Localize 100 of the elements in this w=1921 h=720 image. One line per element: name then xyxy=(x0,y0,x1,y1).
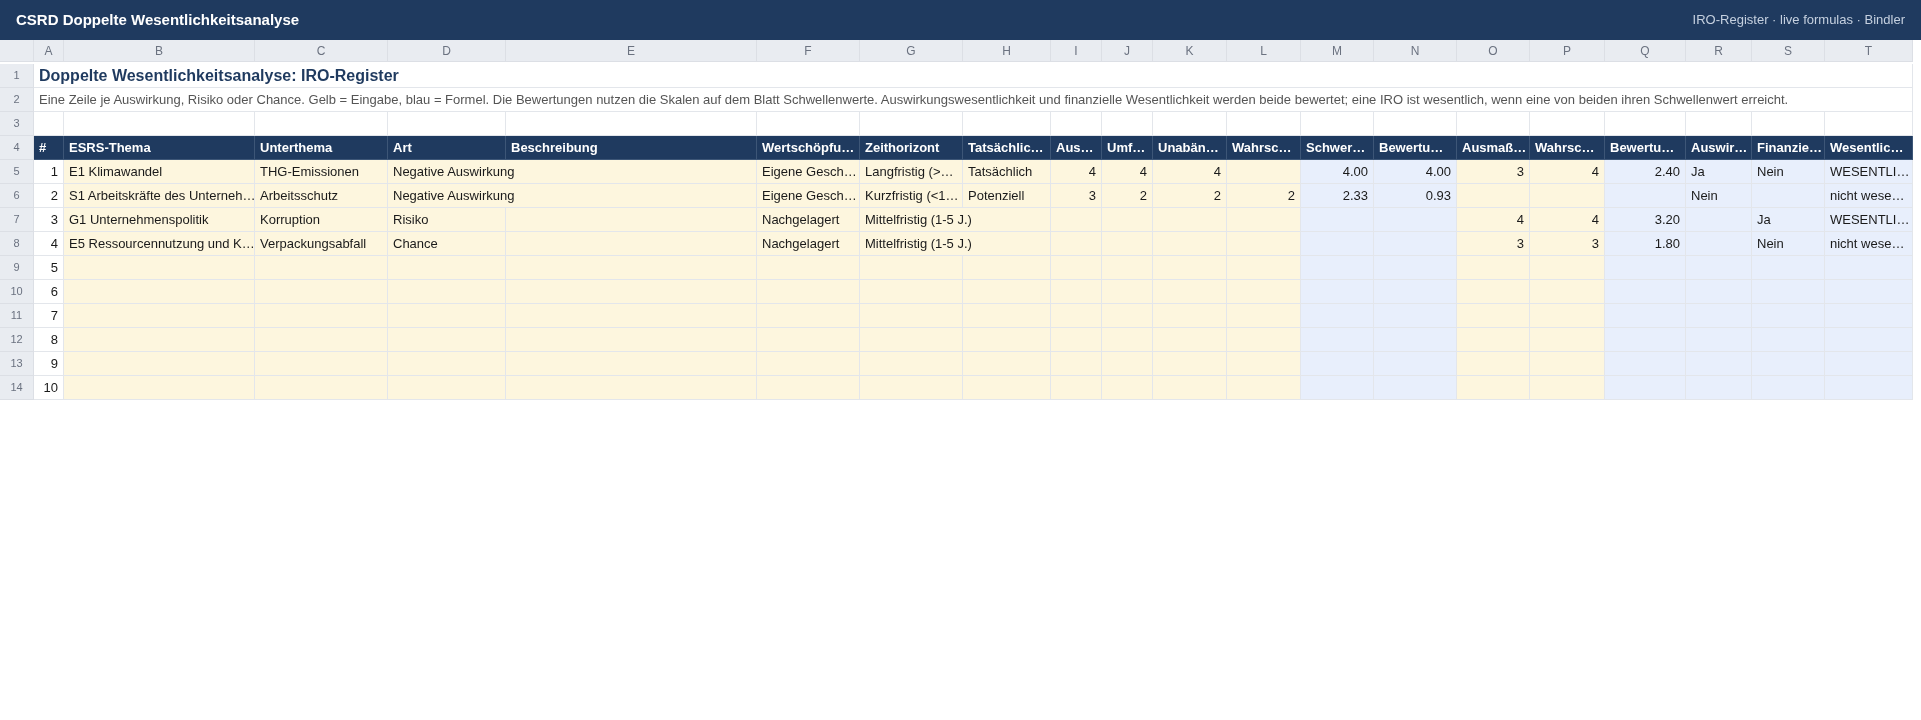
column-letter: H xyxy=(963,40,1051,62)
table-cell: 8 xyxy=(34,328,64,352)
column-header: Ausmaß… xyxy=(1457,136,1530,160)
table-cell: 1.80 xyxy=(1605,232,1686,256)
column-header: Auswir… xyxy=(1686,136,1752,160)
table-cell: Eigene Gesch… xyxy=(757,160,860,184)
column-header: Zeithorizont xyxy=(860,136,963,160)
row-number: 1 xyxy=(0,64,34,88)
table-cell: S1 Arbeitskräfte des Unterneh… xyxy=(64,184,255,208)
column-letter: E xyxy=(506,40,757,62)
column-header: Wahrsc… xyxy=(1227,136,1301,160)
column-letter: R xyxy=(1686,40,1752,62)
table-cell: 7 xyxy=(34,304,64,328)
table-cell: Chance xyxy=(388,232,506,256)
table-cell: Nachgelagert xyxy=(757,232,860,256)
column-letter: M xyxy=(1301,40,1374,62)
corner-cell xyxy=(0,40,34,62)
table-cell: Nein xyxy=(1752,232,1825,256)
column-letter: G xyxy=(860,40,963,62)
column-letter: J xyxy=(1102,40,1153,62)
table-cell: Nein xyxy=(1686,184,1752,208)
column-letter: S xyxy=(1752,40,1825,62)
column-header: Unterthema xyxy=(255,136,388,160)
app-title: CSRD Doppelte Wesentlichkeitsanalyse xyxy=(16,9,300,30)
column-header: Wesentlic… xyxy=(1825,136,1913,160)
table-cell: 4 xyxy=(1102,160,1153,184)
table-cell: Ja xyxy=(1686,160,1752,184)
column-letter: A xyxy=(34,40,64,62)
table-cell: 4 xyxy=(1051,160,1102,184)
column-header: Bewertu… xyxy=(1605,136,1686,160)
table-cell: Eigene Gesch… xyxy=(757,184,860,208)
column-header: Finanzie… xyxy=(1752,136,1825,160)
table-cell: 4.00 xyxy=(1301,160,1374,184)
table-cell: G1 Unternehmenspolitik xyxy=(64,208,255,232)
column-header: Beschreibung xyxy=(506,136,757,160)
table-cell: 5 xyxy=(34,256,64,280)
column-header: Bewertu… xyxy=(1374,136,1457,160)
column-letter: K xyxy=(1153,40,1227,62)
row-number: 7 xyxy=(0,208,34,232)
table-cell: Negative Auswirkung xyxy=(388,160,757,184)
column-letter: C xyxy=(255,40,388,62)
row-number: 12 xyxy=(0,328,34,352)
table-cell: 3 xyxy=(1530,232,1605,256)
table-cell: nicht wese… xyxy=(1825,184,1913,208)
table-cell: Potenziell xyxy=(963,184,1051,208)
table-cell: 2 xyxy=(1227,184,1301,208)
column-letter: D xyxy=(388,40,506,62)
table-cell: 2 xyxy=(34,184,64,208)
table-cell: WESENTLI… xyxy=(1825,208,1913,232)
table-cell: 3 xyxy=(1457,160,1530,184)
column-letter: T xyxy=(1825,40,1913,62)
row-number: 6 xyxy=(0,184,34,208)
column-header: Tatsächlic… xyxy=(963,136,1051,160)
column-header: Wahrsc… xyxy=(1530,136,1605,160)
table-cell: E5 Ressourcennutzung und K… xyxy=(64,232,255,256)
table-cell: 2.40 xyxy=(1605,160,1686,184)
table-cell: nicht wese… xyxy=(1825,232,1913,256)
column-letter: P xyxy=(1530,40,1605,62)
column-header: Unabän… xyxy=(1153,136,1227,160)
table-cell: Nein xyxy=(1752,160,1825,184)
table-cell: 10 xyxy=(34,376,64,400)
table-cell: 4 xyxy=(34,232,64,256)
column-letter: L xyxy=(1227,40,1301,62)
row-number: 3 xyxy=(0,112,34,136)
table-cell: 9 xyxy=(34,352,64,376)
column-header: # xyxy=(34,136,64,160)
table-cell: 4 xyxy=(1153,160,1227,184)
column-header: ESRS-Thema xyxy=(64,136,255,160)
table-cell: 3 xyxy=(34,208,64,232)
row-number: 10 xyxy=(0,280,34,304)
table-cell: 3.20 xyxy=(1605,208,1686,232)
column-letter: I xyxy=(1051,40,1102,62)
row-number: 9 xyxy=(0,256,34,280)
column-header: Art xyxy=(388,136,506,160)
table-cell: 3 xyxy=(1051,184,1102,208)
table-cell: Mittelfristig (1-5 J.) xyxy=(860,208,1051,232)
table-cell: Korruption xyxy=(255,208,388,232)
table-cell: Nachgelagert xyxy=(757,208,860,232)
table-cell: 4 xyxy=(1457,208,1530,232)
table-cell: 2 xyxy=(1102,184,1153,208)
table-cell: 2.33 xyxy=(1301,184,1374,208)
row-number: 5 xyxy=(0,160,34,184)
table-cell: Ja xyxy=(1752,208,1825,232)
table-cell: THG-Emissionen xyxy=(255,160,388,184)
row-number: 2 xyxy=(0,88,34,112)
table-cell: Verpackungsabfall xyxy=(255,232,388,256)
table-cell: 6 xyxy=(34,280,64,304)
column-letter: F xyxy=(757,40,860,62)
table-cell: 4.00 xyxy=(1374,160,1457,184)
table-cell: Tatsächlich xyxy=(963,160,1051,184)
column-letter: B xyxy=(64,40,255,62)
table-cell: 2 xyxy=(1153,184,1227,208)
table-cell: Arbeitsschutz xyxy=(255,184,388,208)
column-letter: O xyxy=(1457,40,1530,62)
table-cell: Risiko xyxy=(388,208,506,232)
table-cell: Langfristig (>… xyxy=(860,160,963,184)
app-subtitle: IRO-Register · live formulas · Bindler xyxy=(1692,11,1905,30)
row-number: 13 xyxy=(0,352,34,376)
table-cell: WESENTLI… xyxy=(1825,160,1913,184)
sheet-title: Doppelte Wesentlichkeitsanalyse: IRO-Register xyxy=(34,64,1913,88)
